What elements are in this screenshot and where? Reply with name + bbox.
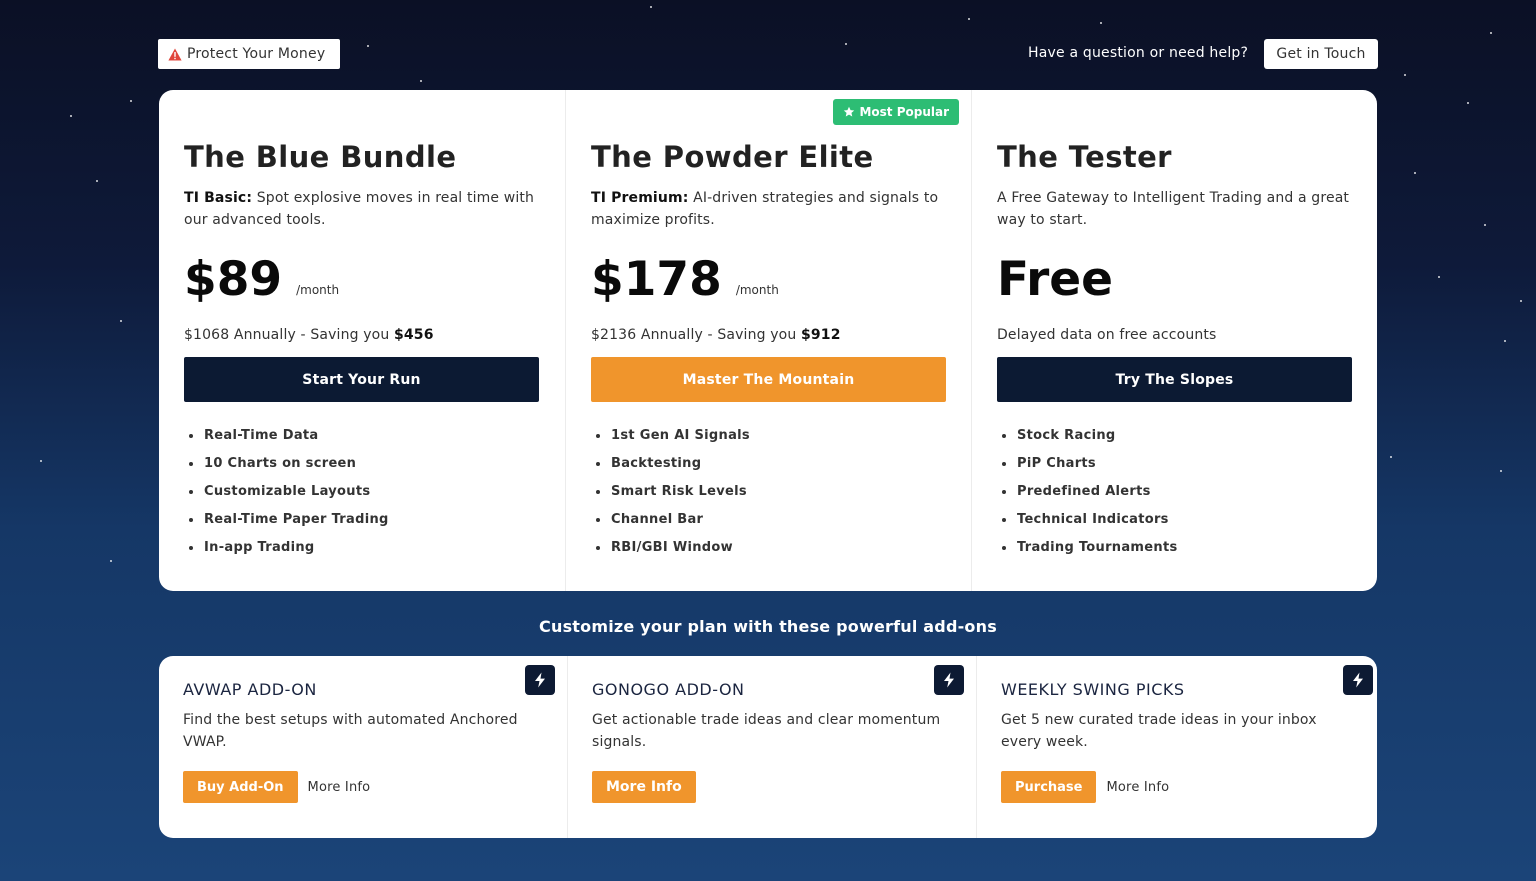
addons-panel: AVWAP ADD-ON Find the best setups with a… xyxy=(159,656,1377,838)
addon-actions: Buy Add-On More Info xyxy=(183,771,543,803)
plan-card-powder-elite: Most Popular The Powder Elite TI Premium… xyxy=(565,90,971,591)
feature-item: Real-Time Data xyxy=(184,426,540,454)
addon-title: AVWAP ADD-ON xyxy=(183,680,317,699)
protect-your-money-button[interactable]: Protect Your Money xyxy=(158,39,340,69)
feature-item: Predefined Alerts xyxy=(997,482,1352,510)
most-popular-badge: Most Popular xyxy=(833,99,959,125)
feature-item: Backtesting xyxy=(591,454,946,482)
plan-card-tester: The Tester A Free Gateway to Intelligent… xyxy=(971,90,1377,591)
start-your-run-button[interactable]: Start Your Run xyxy=(184,357,539,402)
feature-list: Real-Time Data 10 Charts on screen Custo… xyxy=(184,426,540,566)
feature-item: In-app Trading xyxy=(184,538,540,566)
plan-tier-label: TI Basic: xyxy=(184,190,253,206)
addon-description: Get actionable trade ideas and clear mom… xyxy=(592,712,941,750)
annual-pricing: $1068 Annually - Saving you $456 xyxy=(184,327,540,347)
feature-item: PiP Charts xyxy=(997,454,1352,482)
plan-price: $89 xyxy=(184,252,283,307)
plan-description: TI Premium: AI-driven strategies and sig… xyxy=(591,187,946,231)
feature-list: 1st Gen AI Signals Backtesting Smart Ris… xyxy=(591,426,946,566)
plan-description-text: A Free Gateway to Intelligent Trading an… xyxy=(997,190,1350,228)
feature-item: Stock Racing xyxy=(997,426,1352,454)
plan-card-blue-bundle: The Blue Bundle TI Basic: Spot explosive… xyxy=(159,90,565,591)
plan-title: The Powder Elite xyxy=(591,140,874,174)
annual-saving: $456 xyxy=(394,327,434,343)
warning-triangle-icon xyxy=(168,48,182,60)
annual-saving: $912 xyxy=(801,327,841,343)
plan-description: TI Basic: Spot explosive moves in real t… xyxy=(184,187,540,231)
addon-title: GONOGO ADD-ON xyxy=(592,680,745,699)
addon-title: WEEKLY SWING PICKS xyxy=(1001,680,1185,699)
try-the-slopes-button[interactable]: Try The Slopes xyxy=(997,357,1352,402)
feature-item: RBI/GBI Window xyxy=(591,538,946,566)
annual-text: $1068 Annually - Saving you xyxy=(184,327,390,343)
addon-description: Find the best setups with automated Anch… xyxy=(183,712,518,750)
more-info-link[interactable]: More Info xyxy=(308,780,371,795)
plan-title: The Blue Bundle xyxy=(184,140,457,174)
feature-list: Stock Racing PiP Charts Predefined Alert… xyxy=(997,426,1352,566)
price-row: $89 /month xyxy=(184,249,540,305)
purchase-button[interactable]: Purchase xyxy=(1001,771,1097,803)
get-in-touch-button[interactable]: Get in Touch xyxy=(1264,39,1378,69)
feature-item: Technical Indicators xyxy=(997,510,1352,538)
price-row: Free xyxy=(997,249,1352,305)
addon-actions: More Info xyxy=(592,771,952,803)
addon-card-weekly-swing-picks: WEEKLY SWING PICKS Get 5 new curated tra… xyxy=(976,656,1385,838)
feature-item: 10 Charts on screen xyxy=(184,454,540,482)
more-info-button[interactable]: More Info xyxy=(592,771,696,803)
annual-text: Delayed data on free accounts xyxy=(997,327,1217,343)
buy-addon-button[interactable]: Buy Add-On xyxy=(183,771,298,803)
pricing-plans-panel: The Blue Bundle TI Basic: Spot explosive… xyxy=(159,90,1377,591)
plan-price: Free xyxy=(997,252,1114,307)
feature-item: 1st Gen AI Signals xyxy=(591,426,946,454)
more-info-link[interactable]: More Info xyxy=(1106,780,1169,795)
feature-item: Smart Risk Levels xyxy=(591,482,946,510)
plan-tier-label: TI Premium: xyxy=(591,190,689,206)
master-the-mountain-button[interactable]: Master The Mountain xyxy=(591,357,946,402)
lightning-bolt-icon xyxy=(934,665,964,695)
annual-text: $2136 Annually - Saving you xyxy=(591,327,797,343)
badge-label: Most Popular xyxy=(859,105,949,119)
annual-pricing: $2136 Annually - Saving you $912 xyxy=(591,327,946,347)
addon-description: Get 5 new curated trade ideas in your in… xyxy=(1001,712,1317,750)
addon-card-avwap: AVWAP ADD-ON Find the best setups with a… xyxy=(159,656,567,838)
plan-title: The Tester xyxy=(997,140,1172,174)
feature-item: Real-Time Paper Trading xyxy=(184,510,540,538)
star-icon xyxy=(844,106,855,117)
plan-description: A Free Gateway to Intelligent Trading an… xyxy=(997,187,1352,231)
addon-actions: Purchase More Info xyxy=(1001,771,1361,803)
annual-pricing: Delayed data on free accounts xyxy=(997,327,1352,347)
lightning-bolt-icon xyxy=(1343,665,1373,695)
addon-card-gonogo: GONOGO ADD-ON Get actionable trade ideas… xyxy=(567,656,976,838)
feature-item: Channel Bar xyxy=(591,510,946,538)
help-text: Have a question or need help? xyxy=(1028,45,1249,61)
plan-period: /month xyxy=(296,283,340,297)
protect-label: Protect Your Money xyxy=(187,46,326,62)
price-row: $178 /month xyxy=(591,249,946,305)
feature-item: Customizable Layouts xyxy=(184,482,540,510)
plan-period: /month xyxy=(735,283,779,297)
feature-item: Trading Tournaments xyxy=(997,538,1352,566)
lightning-bolt-icon xyxy=(525,665,555,695)
addons-heading: Customize your plan with these powerful … xyxy=(539,617,997,636)
plan-price: $178 xyxy=(591,252,722,307)
